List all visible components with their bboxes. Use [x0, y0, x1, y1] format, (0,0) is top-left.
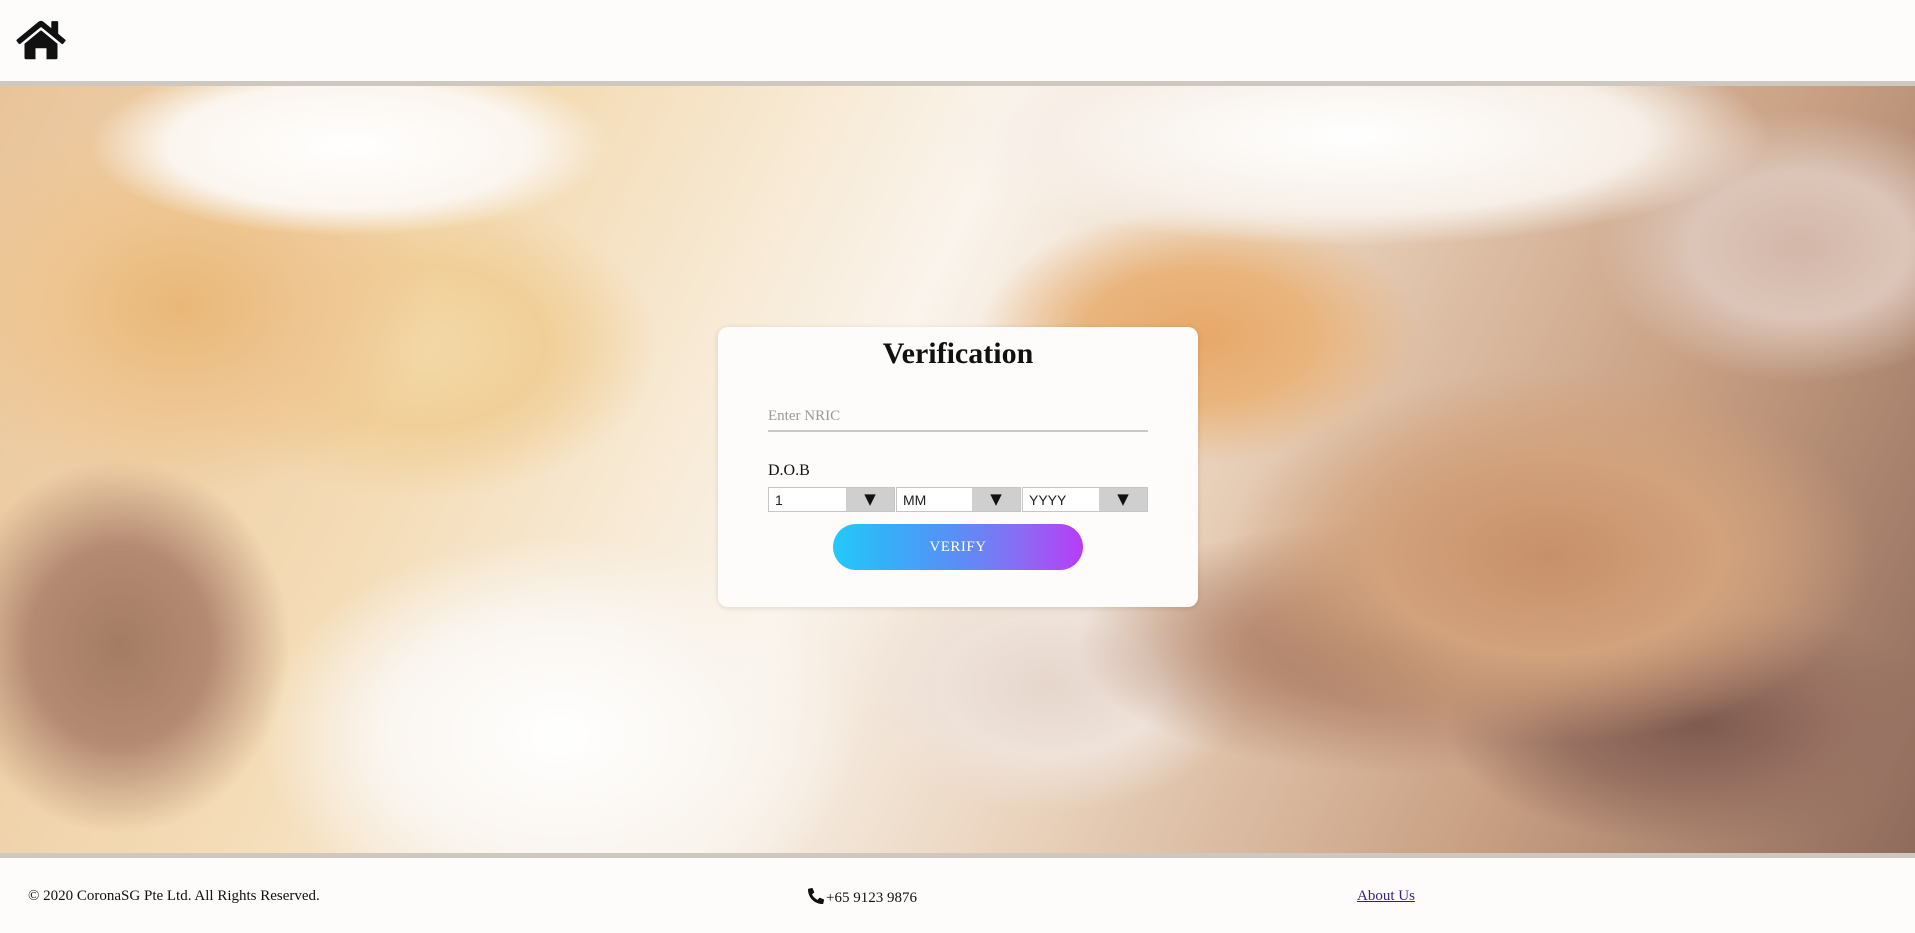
day-select[interactable]: 1 ▼: [768, 487, 895, 512]
home-button[interactable]: [16, 18, 66, 62]
nric-input[interactable]: [768, 402, 1148, 432]
phone-contact: +65 9123 9876: [808, 887, 917, 907]
copyright-text: © 2020 CoronaSG Pte Ltd. All Rights Rese…: [28, 888, 320, 904]
phone-icon: [808, 887, 825, 904]
chevron-down-icon: ▼: [972, 488, 1020, 511]
home-icon: [16, 20, 66, 60]
month-select[interactable]: MM ▼: [896, 487, 1021, 512]
phone-number: +65 9123 9876: [826, 890, 917, 906]
chevron-down-icon: ▼: [846, 488, 894, 511]
dob-label: D.O.B: [768, 462, 810, 479]
day-select-value: 1: [775, 492, 783, 508]
year-select-value: YYYY: [1029, 492, 1067, 508]
card-title: Verification: [882, 337, 1034, 370]
year-select[interactable]: YYYY ▼: [1022, 487, 1148, 512]
top-header: [0, 0, 1915, 81]
chevron-down-icon: ▼: [1099, 488, 1147, 511]
verification-card: Verification D.O.B 1 ▼ MM ▼ YYYY ▼ VERIF…: [718, 327, 1198, 607]
verify-button[interactable]: VERIFY: [833, 524, 1083, 570]
footer: © 2020 CoronaSG Pte Ltd. All Rights Rese…: [0, 858, 1915, 933]
month-select-value: MM: [903, 492, 927, 508]
about-us-link[interactable]: About Us: [1357, 888, 1415, 905]
